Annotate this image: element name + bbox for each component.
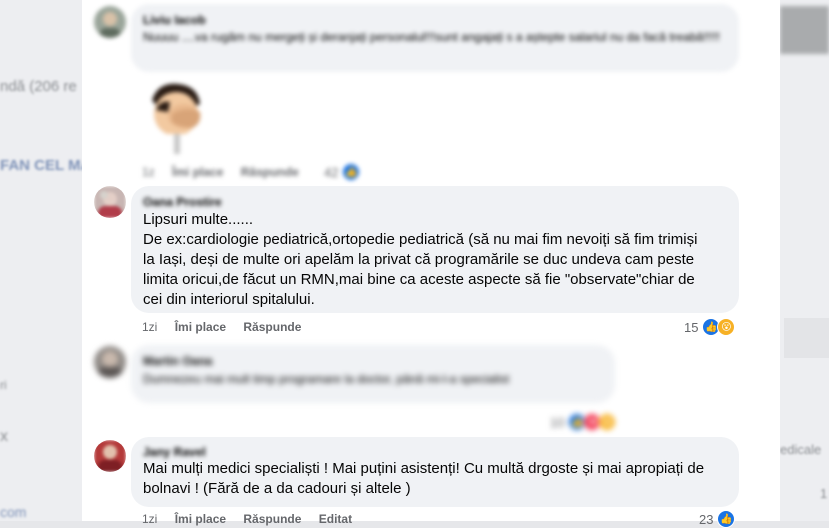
comment-time[interactable]: 1zi — [142, 512, 157, 526]
bg-fragment-link: FAN CEL MA — [0, 157, 92, 174]
comment-bubble: Liviu Iacob Nuuuu ....va rugăm nu mergeț… — [131, 4, 739, 72]
wow-reaction-icon: 😮 — [598, 413, 617, 431]
like-button[interactable]: Îmi place — [175, 320, 226, 334]
comment-text: Lipsuri multe...... De ex:cardiologie pe… — [143, 210, 727, 310]
comment-author[interactable]: Liviu Iacob — [143, 12, 727, 28]
comment-text: Dumnezeu mai mult timp programare la doc… — [143, 372, 510, 386]
reaction-count: 23 — [699, 511, 714, 527]
comment-author[interactable]: Martin Oana — [143, 353, 603, 369]
avatar[interactable] — [94, 440, 126, 472]
reaction-summary[interactable]: 42 👍 — [324, 163, 361, 181]
bg-fragment: ndă (206 re — [0, 78, 77, 95]
like-button[interactable]: Îmi place — [175, 512, 226, 526]
comment-sticker — [138, 78, 212, 154]
bg-photo — [780, 6, 829, 54]
bg-fragment: ri — [0, 378, 7, 392]
edited-label: Editat — [318, 512, 353, 526]
bg-card — [784, 318, 829, 358]
comment-text-line: De ex:cardiologie pediatrică,ortopedie p… — [143, 231, 698, 248]
reaction-summary[interactable]: 23 👍 — [699, 510, 736, 528]
comment-text-line: Lipsuri multe...... — [143, 211, 254, 228]
comment-text-line: Mai mulți medici specialiști ! Mai puțin… — [143, 460, 705, 477]
comment-bubble: Martin Oana Dumnezeu mai mult timp progr… — [131, 345, 615, 403]
comments-panel: Liviu Iacob Nuuuu ....va rugăm nu mergeț… — [82, 0, 780, 528]
bg-fragment: edicale — [780, 442, 822, 457]
reaction-count: 42 — [324, 164, 339, 180]
comment-text-line: la Iași, deși de multe ori apelăm la pri… — [143, 251, 695, 268]
comment-actions: 1zi Îmi place Răspunde — [142, 319, 315, 335]
comment-time[interactable]: 1zi — [142, 320, 157, 334]
comment-text-line: limita oricui,de făcut un RMN,mai bine c… — [143, 271, 695, 288]
reaction-count: 10 — [550, 414, 565, 430]
comment-text-line: cei din interiorul spitalului. — [143, 291, 315, 308]
reply-button[interactable]: Răspunde — [241, 165, 299, 179]
like-button[interactable]: Îmi place — [172, 165, 223, 179]
reaction-summary[interactable]: 10 👍 ♥ 😮 — [550, 413, 617, 431]
bg-fragment-link: com — [0, 504, 27, 520]
comment-text-line: bolnavi ! (Fără de a da cadouri și altel… — [143, 480, 411, 497]
wow-reaction-icon: 😮 — [717, 318, 736, 336]
background-left-feed: ndă (206 re FAN CEL MA ri x com — [0, 0, 91, 521]
comment-bubble: Oana Prostire Lipsuri multe...... De ex:… — [131, 186, 739, 313]
reaction-summary[interactable]: 15 👍 😮 — [684, 318, 736, 336]
comment-bubble: Jany Ravel Mai mulți medici specialiști … — [131, 437, 739, 507]
background-right-feed: edicale 1 — [780, 0, 829, 521]
reply-button[interactable]: Răspunde — [243, 320, 301, 334]
avatar[interactable] — [94, 186, 126, 218]
comment-text: Mai mulți medici specialiști ! Mai puțin… — [143, 459, 727, 499]
avatar[interactable] — [94, 6, 126, 38]
comment-actions: 1zi Îmi place Răspunde Editat — [142, 511, 366, 527]
comment-author[interactable]: Jany Ravel — [143, 445, 727, 459]
comment-author[interactable]: Oana Prostire — [143, 194, 727, 210]
bg-fragment: x — [0, 428, 8, 445]
like-reaction-icon: 👍 — [342, 163, 361, 181]
comment-time[interactable]: 1z — [142, 165, 155, 179]
bg-fragment: 1 — [820, 486, 828, 501]
reply-button[interactable]: Răspunde — [243, 512, 301, 526]
comment-actions: 1z Îmi place Răspunde — [142, 164, 313, 180]
comment-text: Nuuuu ....va rugăm nu mergeți și deranja… — [143, 30, 721, 44]
like-reaction-icon: 👍 — [717, 510, 736, 528]
avatar[interactable] — [94, 346, 126, 378]
reaction-count: 15 — [684, 319, 699, 335]
